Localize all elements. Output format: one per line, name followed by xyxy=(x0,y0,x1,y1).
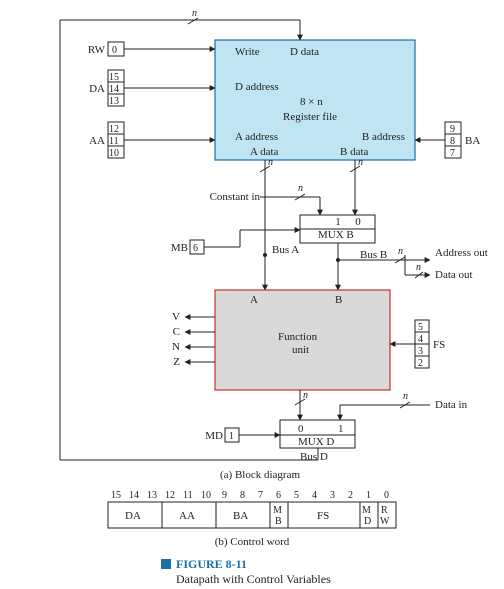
n-adata: n xyxy=(268,157,273,168)
n-busb: n xyxy=(398,246,403,257)
figure-sub: Datapath with Control Variables xyxy=(176,572,331,586)
z-label: Z xyxy=(173,356,180,368)
aa11: 11 xyxy=(109,136,119,147)
regfile-size: 8 × n xyxy=(300,96,323,108)
fu-B: B xyxy=(335,294,342,306)
mb-pin: 6 xyxy=(193,243,198,254)
fs5: 5 xyxy=(418,322,423,333)
svg-text:3: 3 xyxy=(330,490,335,501)
fs3: 3 xyxy=(418,346,423,357)
cw-rw1: R xyxy=(381,505,388,516)
control-word: 15 14 13 12 11 10 9 8 7 6 5 4 3 2 1 0 DA… xyxy=(108,490,396,528)
aa12: 12 xyxy=(109,124,119,135)
figure-number: FIGURE 8-11 xyxy=(176,557,247,571)
a-addr-label: A address xyxy=(235,131,278,143)
n-label: N xyxy=(172,341,180,353)
busB-label: Bus B xyxy=(360,249,387,261)
mb-label: MB xyxy=(171,242,188,254)
svg-text:8: 8 xyxy=(240,490,245,501)
svg-text:6: 6 xyxy=(276,490,281,501)
data-out: Data out xyxy=(435,269,473,281)
cw-aa: AA xyxy=(179,510,195,522)
fu-label1: Function xyxy=(278,331,318,343)
cw-fs: FS xyxy=(317,510,329,522)
caption-b: (b) Control word xyxy=(215,536,290,548)
fs-label: FS xyxy=(433,339,445,351)
fu-label2: unit xyxy=(292,344,309,356)
svg-text:1: 1 xyxy=(366,490,371,501)
c-label: C xyxy=(173,326,180,338)
ba9: 9 xyxy=(450,124,455,135)
da14: 14 xyxy=(109,84,119,95)
ba8: 8 xyxy=(450,136,455,147)
fs4: 4 xyxy=(418,334,423,345)
datapath-diagram: Write D data D address 8 × n Register fi… xyxy=(0,0,504,589)
cw-mb2: B xyxy=(275,516,282,527)
svg-text:12: 12 xyxy=(165,490,175,501)
aa10: 10 xyxy=(109,148,119,159)
cw-rw2: W xyxy=(380,516,390,527)
svg-text:0: 0 xyxy=(384,490,389,501)
muxb-0: 0 xyxy=(355,216,361,228)
aa-label: AA xyxy=(89,135,105,147)
svg-text:15: 15 xyxy=(111,490,121,501)
address-out: Address out xyxy=(435,247,488,259)
svg-text:9: 9 xyxy=(222,490,227,501)
muxb-1: 1 xyxy=(335,216,341,228)
fs2: 2 xyxy=(418,358,423,369)
muxb-label: MUX B xyxy=(318,229,354,241)
n-dataout: n xyxy=(416,262,421,273)
d-data-label: D data xyxy=(290,46,319,58)
n-fuout: n xyxy=(303,390,308,401)
md-pin: 1 xyxy=(229,431,234,442)
svg-text:10: 10 xyxy=(201,490,211,501)
regfile-name: Register file xyxy=(283,111,337,123)
b-data-label: B data xyxy=(340,146,369,158)
cw-mb1: M xyxy=(273,505,282,516)
svg-text:13: 13 xyxy=(147,490,157,501)
muxd-0: 0 xyxy=(298,423,304,435)
a-data-label: A data xyxy=(250,146,279,158)
fu-A: A xyxy=(250,294,258,306)
b-addr-label: B address xyxy=(362,131,405,143)
data-in: Data in xyxy=(435,399,468,411)
md-label: MD xyxy=(205,430,223,442)
write-label: Write xyxy=(235,46,260,58)
svg-text:14: 14 xyxy=(129,490,139,501)
svg-text:11: 11 xyxy=(183,490,193,501)
muxd-1: 1 xyxy=(338,423,344,435)
rw-pin: 0 xyxy=(112,45,117,56)
d-addr-label: D address xyxy=(235,81,279,93)
da15: 15 xyxy=(109,72,119,83)
cw-da: DA xyxy=(125,510,141,522)
n-bdata: n xyxy=(358,157,363,168)
svg-text:4: 4 xyxy=(312,490,317,501)
muxd-label: MUX D xyxy=(298,436,334,448)
rw-label: RW xyxy=(88,44,106,56)
cw-ba: BA xyxy=(233,510,248,522)
busD-label: Bus D xyxy=(300,451,328,463)
caption-a: (a) Block diagram xyxy=(220,469,300,481)
n-datain: n xyxy=(403,391,408,402)
svg-text:7: 7 xyxy=(258,490,263,501)
svg-text:5: 5 xyxy=(294,490,299,501)
n-const: n xyxy=(298,183,303,194)
ba-label: BA xyxy=(465,135,480,147)
da-label: DA xyxy=(89,83,105,95)
constant-label: Constant in xyxy=(210,191,261,203)
da13: 13 xyxy=(109,96,119,107)
busA-label: Bus A xyxy=(272,244,299,256)
v-label: V xyxy=(172,311,180,323)
ba7: 7 xyxy=(450,148,455,159)
svg-text:2: 2 xyxy=(348,490,353,501)
cw-md2: D xyxy=(364,516,371,527)
n-busd: n xyxy=(192,8,197,19)
cw-md1: M xyxy=(362,505,371,516)
